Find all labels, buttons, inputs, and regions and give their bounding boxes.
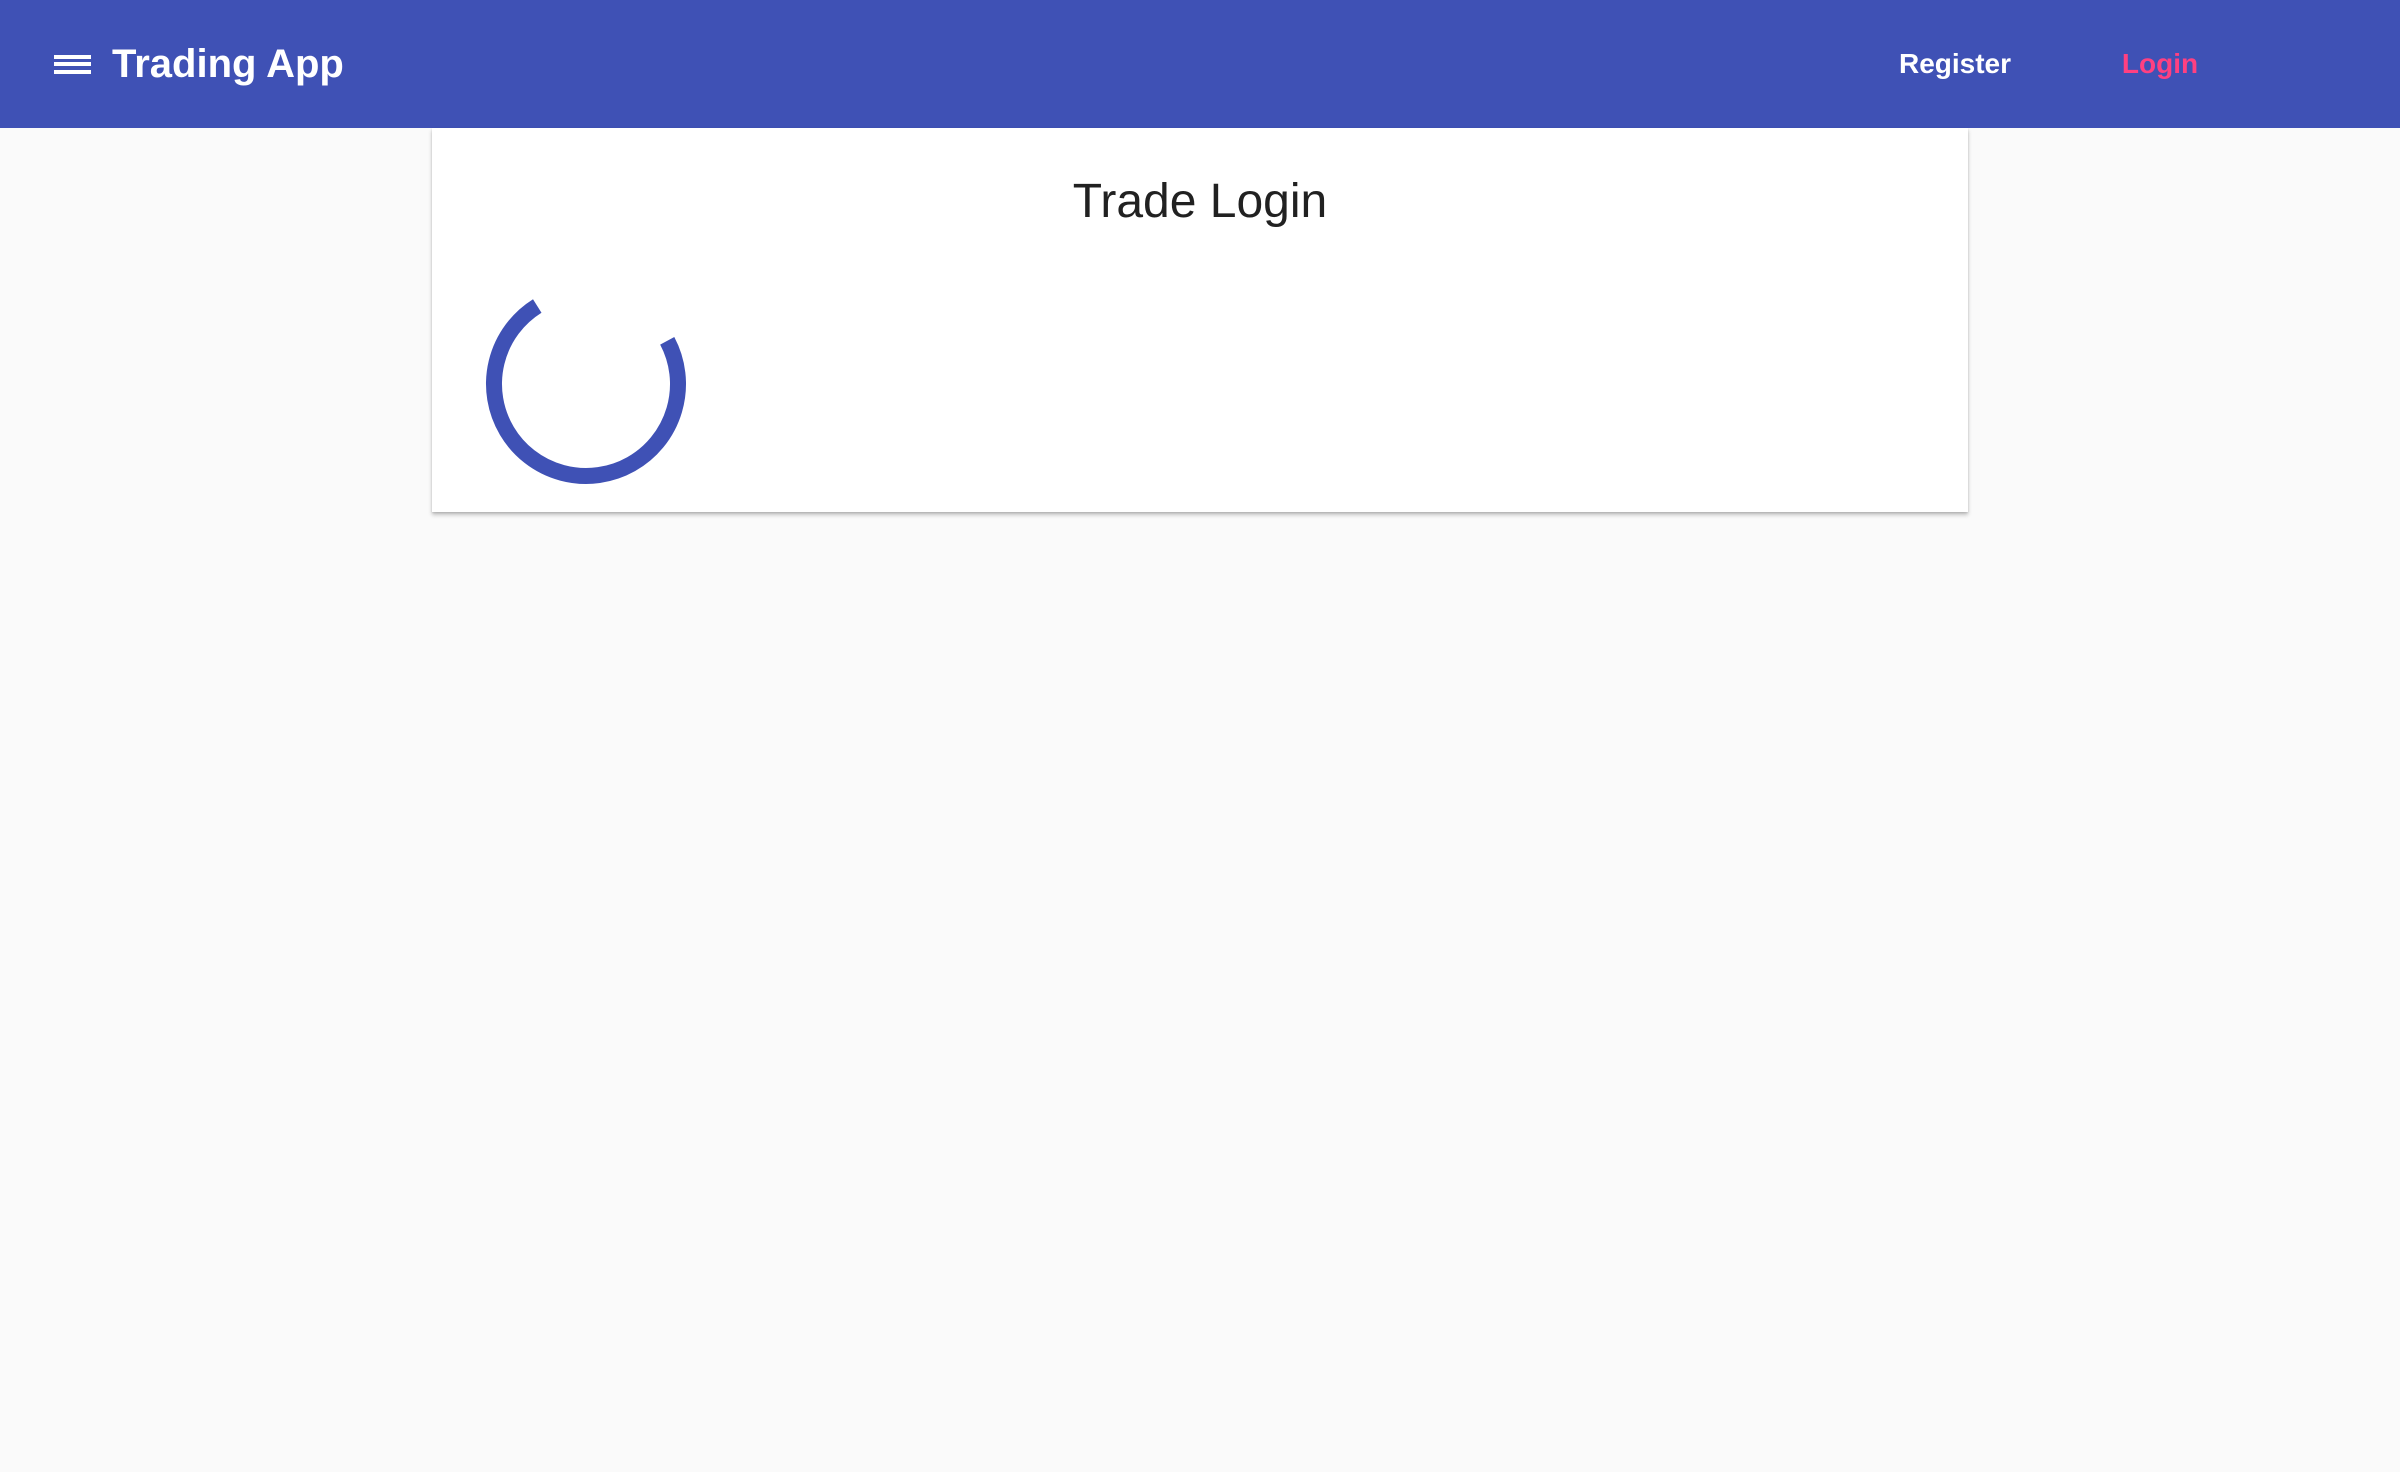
menu-icon xyxy=(53,51,91,77)
login-button[interactable]: Login xyxy=(2100,40,2220,88)
menu-button[interactable] xyxy=(40,36,104,92)
register-button[interactable]: Register xyxy=(1880,40,2030,88)
loading-spinner-icon xyxy=(486,299,686,484)
login-card: Trade Login xyxy=(432,128,1968,512)
card-title: Trade Login xyxy=(1072,175,1328,228)
app-toolbar: Trading App Register Login xyxy=(0,0,2400,128)
app-title: Trading App xyxy=(112,42,344,86)
